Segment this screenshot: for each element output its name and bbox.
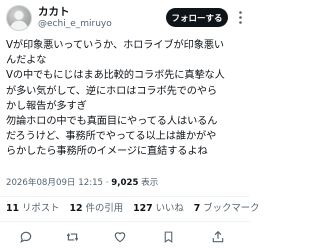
stat-bookmarks[interactable]: 7 ブックマーク — [194, 203, 260, 214]
stat-count: 127 — [133, 203, 153, 214]
post-line: らかしたら事務所のイメージに直結するよね — [6, 146, 208, 158]
repost-icon[interactable] — [64, 229, 80, 245]
divider — [0, 196, 250, 197]
more-icon[interactable] — [234, 9, 246, 25]
stat-count: 7 — [193, 203, 201, 214]
stat-label: いいね — [155, 203, 184, 214]
stat-likes[interactable]: 127 いいね — [133, 203, 184, 214]
post-line: んだよな — [6, 55, 47, 67]
stat-label: ブックマーク — [203, 203, 260, 214]
views-label: 表示 — [141, 178, 159, 188]
post-line: かし報告が多すぎ — [6, 100, 87, 112]
post-stats: 11 リポスト 12 件の引用 127 いいね 7 ブックマーク — [6, 203, 267, 215]
author-handle[interactable]: @echi_e_miruyo — [38, 19, 112, 30]
post-text: Vが印象悪いっていうか、ホロライブが印象悪い んだよな Vの中でもにじはまあ比較… — [6, 38, 246, 160]
stat-count: 11 — [6, 203, 20, 214]
share-icon[interactable] — [210, 229, 226, 245]
stat-reposts[interactable]: 11 リポスト — [6, 203, 60, 214]
post-meta: 2026年08月09日 12:15 · 9,025 表示 — [6, 177, 158, 189]
stat-label: リポスト — [22, 203, 60, 214]
stat-label: 件の引用 — [85, 203, 124, 214]
meta-separator: · — [105, 178, 109, 188]
post-line: が多い気がして、逆にホロはコラボ先でのやら — [6, 85, 218, 97]
follow-button[interactable]: フォローする — [166, 8, 228, 27]
post-line: Vの中でもにじはまあ比較的コラボ先に真摯な人 — [6, 70, 225, 82]
action-bar — [0, 227, 250, 247]
post-line: だろうけど、事務所でやってる以上は誰かがや — [6, 131, 217, 143]
views-count: 9,025 — [111, 178, 139, 188]
reply-icon[interactable] — [18, 229, 34, 245]
author-name[interactable]: カカト — [38, 6, 70, 18]
post-header: カカト @echi_e_miruyo フォローする — [6, 5, 244, 33]
stat-quotes[interactable]: 12 件の引用 — [70, 203, 124, 214]
avatar[interactable] — [6, 5, 32, 31]
post-line: Vが印象悪いっていうか、ホロライブが印象悪い — [6, 40, 224, 51]
like-icon[interactable] — [112, 229, 128, 245]
bookmark-icon[interactable] — [160, 229, 176, 245]
user-avatar-icon — [9, 10, 29, 30]
post-timestamp[interactable]: 2026年08月09日 12:15 — [6, 178, 103, 188]
post-line: 勿論ホロの中でも真面目にやってる人はいるん — [6, 116, 218, 128]
divider — [0, 221, 250, 222]
stat-count: 12 — [69, 203, 83, 214]
